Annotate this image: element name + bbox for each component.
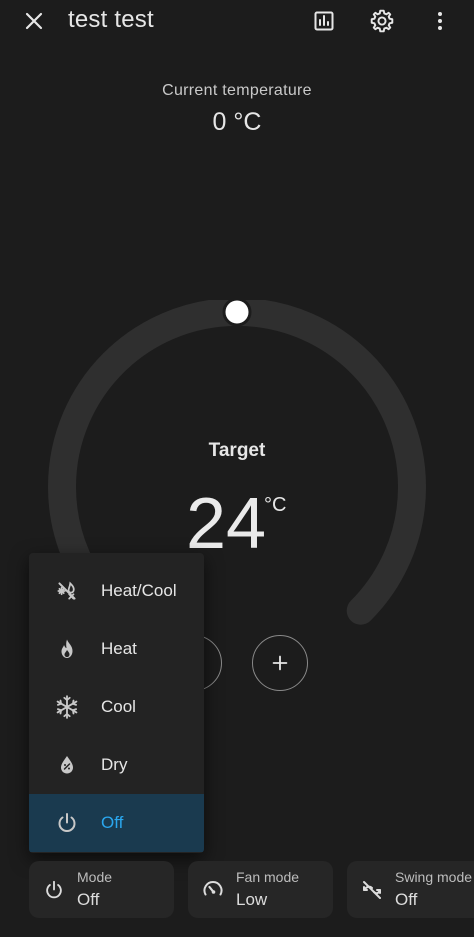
menu-item-label: Off — [101, 813, 124, 832]
more-vertical-icon — [438, 12, 442, 30]
target-temperature-value: 24 — [186, 484, 267, 564]
chip-value: Off — [395, 890, 418, 909]
menu-item-dry[interactable]: Dry — [29, 736, 204, 794]
heat-cool-icon — [53, 577, 81, 605]
menu-item-label: Cool — [101, 697, 136, 716]
menu-item-off[interactable]: Off — [29, 794, 204, 852]
menu-item-label: Dry — [101, 755, 128, 774]
target-label: Target — [208, 440, 266, 461]
snowflake-icon — [53, 693, 81, 721]
gear-icon — [370, 9, 394, 33]
power-icon — [41, 877, 67, 903]
water-drop-icon — [53, 751, 81, 779]
menu-item-label: Heat/Cool — [101, 581, 177, 600]
current-temperature-value: 0 °C — [212, 108, 262, 136]
flame-icon — [53, 635, 81, 663]
dialog-title: test test — [68, 6, 154, 33]
menu-item-cool[interactable]: Cool — [29, 678, 204, 736]
swing-off-icon — [359, 877, 385, 903]
current-temperature-label: Current temperature — [162, 82, 312, 99]
close-icon — [25, 12, 43, 30]
history-button[interactable] — [306, 3, 342, 39]
menu-item-heat[interactable]: Heat — [29, 620, 204, 678]
target-temperature-unit: °C — [264, 494, 287, 516]
settings-button[interactable] — [364, 3, 400, 39]
fan-mode-chip[interactable]: Fan mode Low — [188, 861, 333, 918]
dial-handle — [222, 300, 252, 327]
mode-chip[interactable]: Mode Off — [29, 861, 174, 918]
more-button[interactable] — [422, 3, 458, 39]
fan-speed-icon — [200, 877, 226, 903]
menu-item-label: Heat — [101, 639, 137, 658]
close-button[interactable] — [16, 3, 52, 39]
chip-value: Off — [77, 890, 100, 909]
history-icon — [314, 11, 334, 31]
chip-name: Swing mode — [395, 869, 473, 885]
dialog-header: test test — [0, 0, 474, 44]
power-icon — [53, 809, 81, 837]
swing-mode-chip[interactable]: Swing mode Off — [347, 861, 474, 918]
plus-icon — [272, 655, 288, 671]
increase-temperature-button[interactable] — [252, 635, 308, 691]
chip-name: Mode — [77, 869, 113, 885]
chip-name: Fan mode — [236, 869, 300, 885]
hvac-mode-menu: Heat/Cool Heat Cool Dry Off — [29, 553, 204, 853]
climate-dialog: test test Current temperature 0 °C Targe… — [0, 0, 474, 937]
menu-item-heat-cool[interactable]: Heat/Cool — [29, 562, 204, 620]
chip-value: Low — [236, 890, 268, 909]
